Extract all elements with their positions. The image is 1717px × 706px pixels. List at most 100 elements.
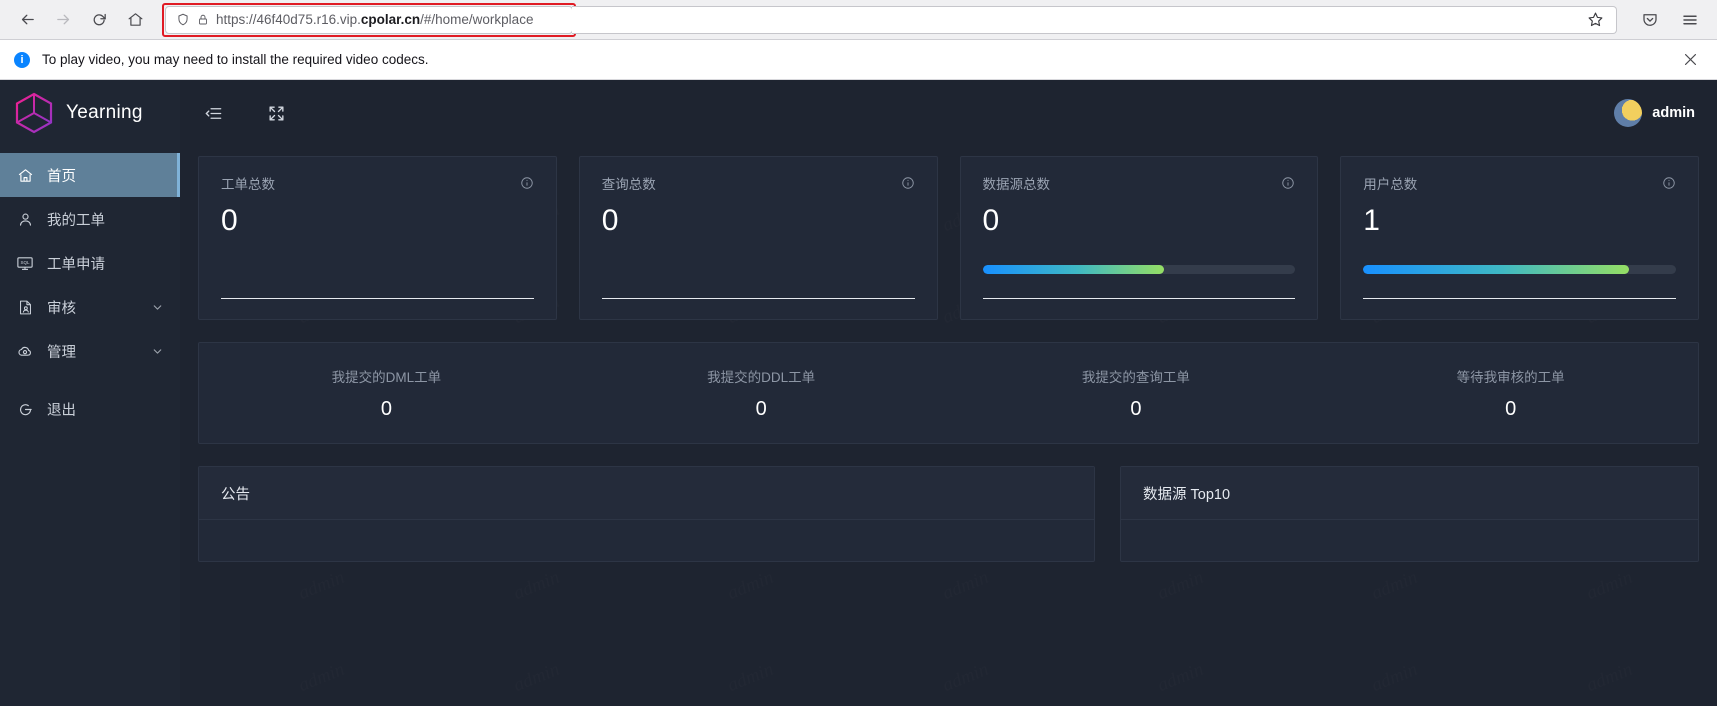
address-bar-container: https://46f40d75.r16.vip.cpolar.cn/#/hom… (154, 2, 1625, 37)
submission-label: 我提交的DDL工单 (707, 369, 816, 385)
stat-card-header: 查询总数 (602, 173, 915, 193)
sidebar-item-home[interactable]: 首页 (0, 153, 180, 197)
info-circle-icon[interactable] (520, 176, 534, 190)
submission-cell: 我提交的DDL工单 0 (574, 366, 949, 421)
svg-text:SQL: SQL (20, 260, 30, 265)
stat-card-title: 查询总数 (601, 177, 656, 192)
stat-card: 查询总数 0 (578, 156, 938, 320)
forward-button[interactable] (46, 5, 80, 35)
stat-progress-bar (1363, 265, 1676, 274)
url-input[interactable]: https://46f40d75.r16.vip.cpolar.cn/#/hom… (165, 5, 573, 34)
home-icon (128, 13, 142, 26)
sidebar-menu: 首页 我的工单 SQL 工单申请 审核 管理 退出 (0, 146, 180, 431)
user-menu[interactable]: admin (1614, 99, 1695, 127)
shield-icon (178, 13, 188, 26)
brand-name: Yearning (66, 102, 143, 123)
stat-card-header: 用户总数 (1363, 173, 1676, 193)
close-icon (1684, 53, 1697, 66)
sidebar-item-manage[interactable]: 管理 (0, 329, 180, 373)
reload-button[interactable] (82, 5, 116, 35)
brand[interactable]: Yearning (0, 80, 180, 146)
app-shell: adminadminadminadminadminadminadminadmin… (0, 80, 1717, 706)
url-highlight-box: https://46f40d75.r16.vip.cpolar.cn/#/hom… (162, 2, 576, 37)
forward-arrow-icon (56, 14, 69, 25)
submission-label: 等待我审核的工单 (1456, 369, 1565, 385)
info-icon: i (14, 51, 30, 68)
sidebar-item-label: 工单申请 (47, 256, 105, 273)
sidebar-item-my-orders[interactable]: 我的工单 (0, 197, 180, 241)
dashboard-content: 工单总数 0 查询总数 0 数据源总数 0 用户总数 1 我提交的DML工单 0… (180, 146, 1717, 706)
stat-card: 用户总数 1 (1340, 156, 1699, 320)
logout-power-icon (16, 401, 34, 418)
stat-card-value: 1 (1363, 204, 1380, 237)
bottom-panel-row: 公告 数据源 Top10 (198, 466, 1699, 562)
hexagon-cube-logo (15, 92, 53, 134)
sidebar-item-label: 退出 (47, 402, 76, 419)
datasource-top10-title: 数据源 Top10 (1121, 467, 1698, 520)
stat-progress-fill (1363, 265, 1630, 274)
fullscreen-icon (269, 105, 284, 121)
back-arrow-icon (21, 14, 34, 25)
padlock-icon (199, 14, 207, 25)
stat-card-title: 数据源总数 (982, 177, 1051, 192)
hamburger-menu-icon (1683, 15, 1697, 24)
pocket-button[interactable] (1633, 5, 1667, 35)
sidebar-collapse-button[interactable] (204, 104, 223, 123)
user-icon (16, 211, 34, 228)
stat-card-value: 0 (221, 204, 238, 237)
submission-label: 我提交的查询工单 (1081, 369, 1190, 385)
back-button[interactable] (10, 5, 44, 35)
stat-card: 数据源总数 0 (959, 156, 1319, 320)
reload-icon (93, 13, 106, 26)
sidebar-item-label: 管理 (47, 344, 76, 361)
cloud-gear-icon (16, 342, 34, 360)
notification-message: To play video, you may need to install t… (42, 52, 429, 67)
sidebar-item-order-apply[interactable]: SQL 工单申请 (0, 241, 180, 285)
info-circle-icon (521, 177, 533, 189)
chevron-down-icon[interactable] (151, 301, 164, 314)
avatar (1614, 99, 1643, 127)
chevron-down-icon[interactable] (151, 345, 164, 358)
sidebar: Yearning 首页 我的工单 SQL 工单申请 审核 管理 退出 (0, 80, 180, 706)
submission-cell: 我提交的DML工单 0 (199, 366, 574, 421)
stat-card-title: 用户总数 (1363, 177, 1418, 192)
stat-card-value: 0 (982, 204, 1000, 237)
notification-bar: i To play video, you may need to install… (0, 40, 1717, 80)
stat-card-rule (221, 298, 534, 299)
browser-actions (1627, 5, 1707, 35)
info-circle-icon[interactable] (1662, 176, 1676, 190)
submission-value: 0 (1130, 397, 1142, 420)
sidebar-item-label: 审核 (47, 300, 76, 317)
sidebar-item-logout[interactable]: 退出 (0, 387, 180, 431)
announcement-body (199, 520, 1094, 561)
stat-progress-fill (982, 265, 1164, 274)
notification-close-button[interactable] (1678, 47, 1703, 72)
announcement-panel: 公告 (198, 466, 1095, 562)
stat-card-title: 工单总数 (221, 177, 275, 192)
submission-cell: 我提交的查询工单 0 (949, 366, 1324, 421)
user-name: admin (1652, 105, 1695, 121)
main-area: admin 工单总数 0 查询总数 0 数据源总数 0 用户总数 1 我提交的D… (180, 80, 1717, 706)
info-circle-icon (1663, 177, 1675, 189)
sidebar-item-audit[interactable]: 审核 (0, 285, 180, 329)
browser-menu-button[interactable] (1673, 5, 1707, 35)
submission-value: 0 (380, 397, 392, 420)
star-icon[interactable] (1587, 11, 1604, 28)
info-circle-icon[interactable] (1281, 176, 1295, 190)
stat-card-header: 工单总数 (221, 173, 534, 193)
home-button[interactable] (118, 5, 152, 35)
submission-label: 我提交的DML工单 (331, 369, 442, 385)
top-bar: admin (180, 80, 1717, 146)
menu-indent-icon (205, 107, 222, 119)
home-icon (16, 167, 34, 184)
fullscreen-button[interactable] (267, 104, 286, 123)
pocket-icon (1643, 13, 1657, 26)
info-circle-icon (901, 177, 914, 189)
stat-card-value: 0 (601, 204, 619, 237)
stat-card-rule (982, 298, 1296, 299)
info-circle-icon[interactable] (901, 176, 915, 190)
url-text: https://46f40d75.r16.vip.cpolar.cn/#/hom… (216, 12, 534, 27)
stat-card-row: 工单总数 0 查询总数 0 数据源总数 0 用户总数 1 (198, 156, 1699, 320)
menu-spacer (0, 373, 180, 387)
stat-card-rule (1363, 298, 1676, 299)
